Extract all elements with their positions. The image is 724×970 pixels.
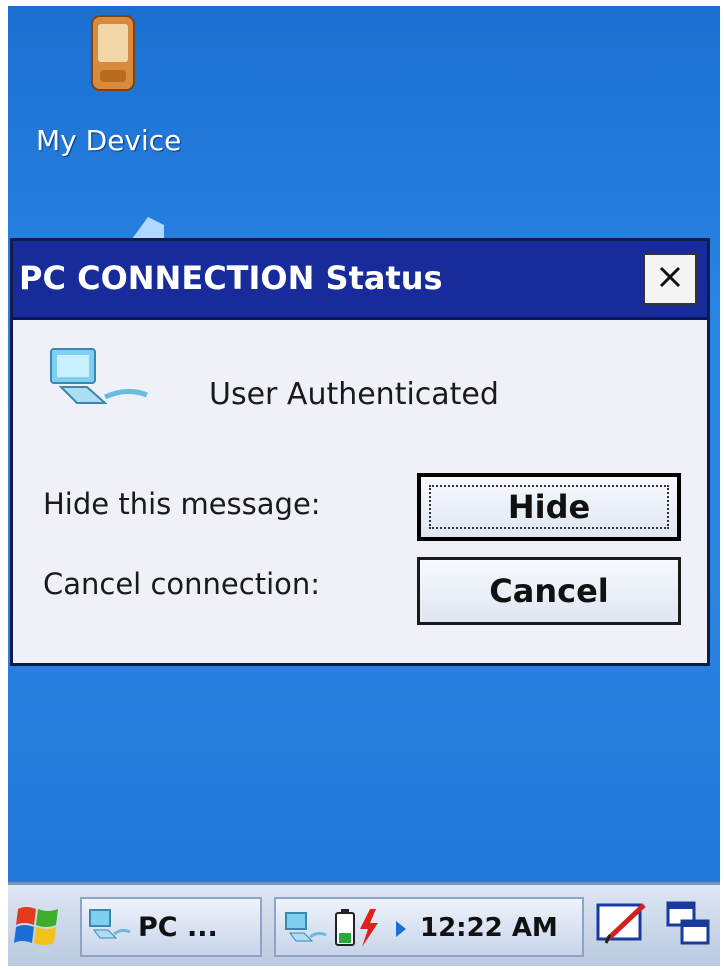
network-computer-icon xyxy=(47,347,157,417)
close-icon xyxy=(657,264,683,294)
windows-flag-icon xyxy=(14,907,62,957)
hide-button[interactable]: Hide xyxy=(417,473,681,541)
battery-charging-icon[interactable] xyxy=(332,905,388,953)
desktop-icon-my-device[interactable]: My Device xyxy=(28,14,198,157)
taskbar-button-label: PC ... xyxy=(138,911,218,943)
status-text: User Authenticated xyxy=(209,377,499,412)
close-button[interactable] xyxy=(643,253,697,305)
taskbar: PC ... 12:22 AM xyxy=(8,882,720,966)
system-tray: 12:22 AM xyxy=(274,897,584,957)
tray-expand-arrow-icon[interactable] xyxy=(394,919,408,943)
switch-windows-icon[interactable] xyxy=(664,899,714,955)
cancel-connection-label: Cancel connection: xyxy=(43,567,321,601)
pc-connection-dialog: PC CONNECTION Status User Authenticated xyxy=(10,238,710,666)
dialog-titlebar: PC CONNECTION Status xyxy=(13,241,707,320)
start-button[interactable] xyxy=(14,899,62,953)
network-connection-icon[interactable] xyxy=(284,911,328,949)
dialog-title: PC CONNECTION Status xyxy=(19,259,443,297)
taskbar-button-pc-connection[interactable]: PC ... xyxy=(80,897,262,957)
input-panel-icon[interactable] xyxy=(594,899,648,955)
network-computer-small-icon xyxy=(88,908,132,946)
pda-device-icon xyxy=(88,14,138,94)
hide-message-label: Hide this message: xyxy=(43,487,321,521)
cancel-button-label: Cancel xyxy=(489,572,609,610)
status-row: User Authenticated xyxy=(47,347,687,417)
cancel-button[interactable]: Cancel xyxy=(417,557,681,625)
device-screen: My Device PC CONNECTION Status User Auth… xyxy=(8,6,720,966)
desktop-icon-label: My Device xyxy=(36,124,182,157)
clock[interactable]: 12:22 AM xyxy=(420,913,558,943)
partial-desktop-icon xyxy=(128,211,168,241)
focus-rectangle xyxy=(429,485,669,529)
